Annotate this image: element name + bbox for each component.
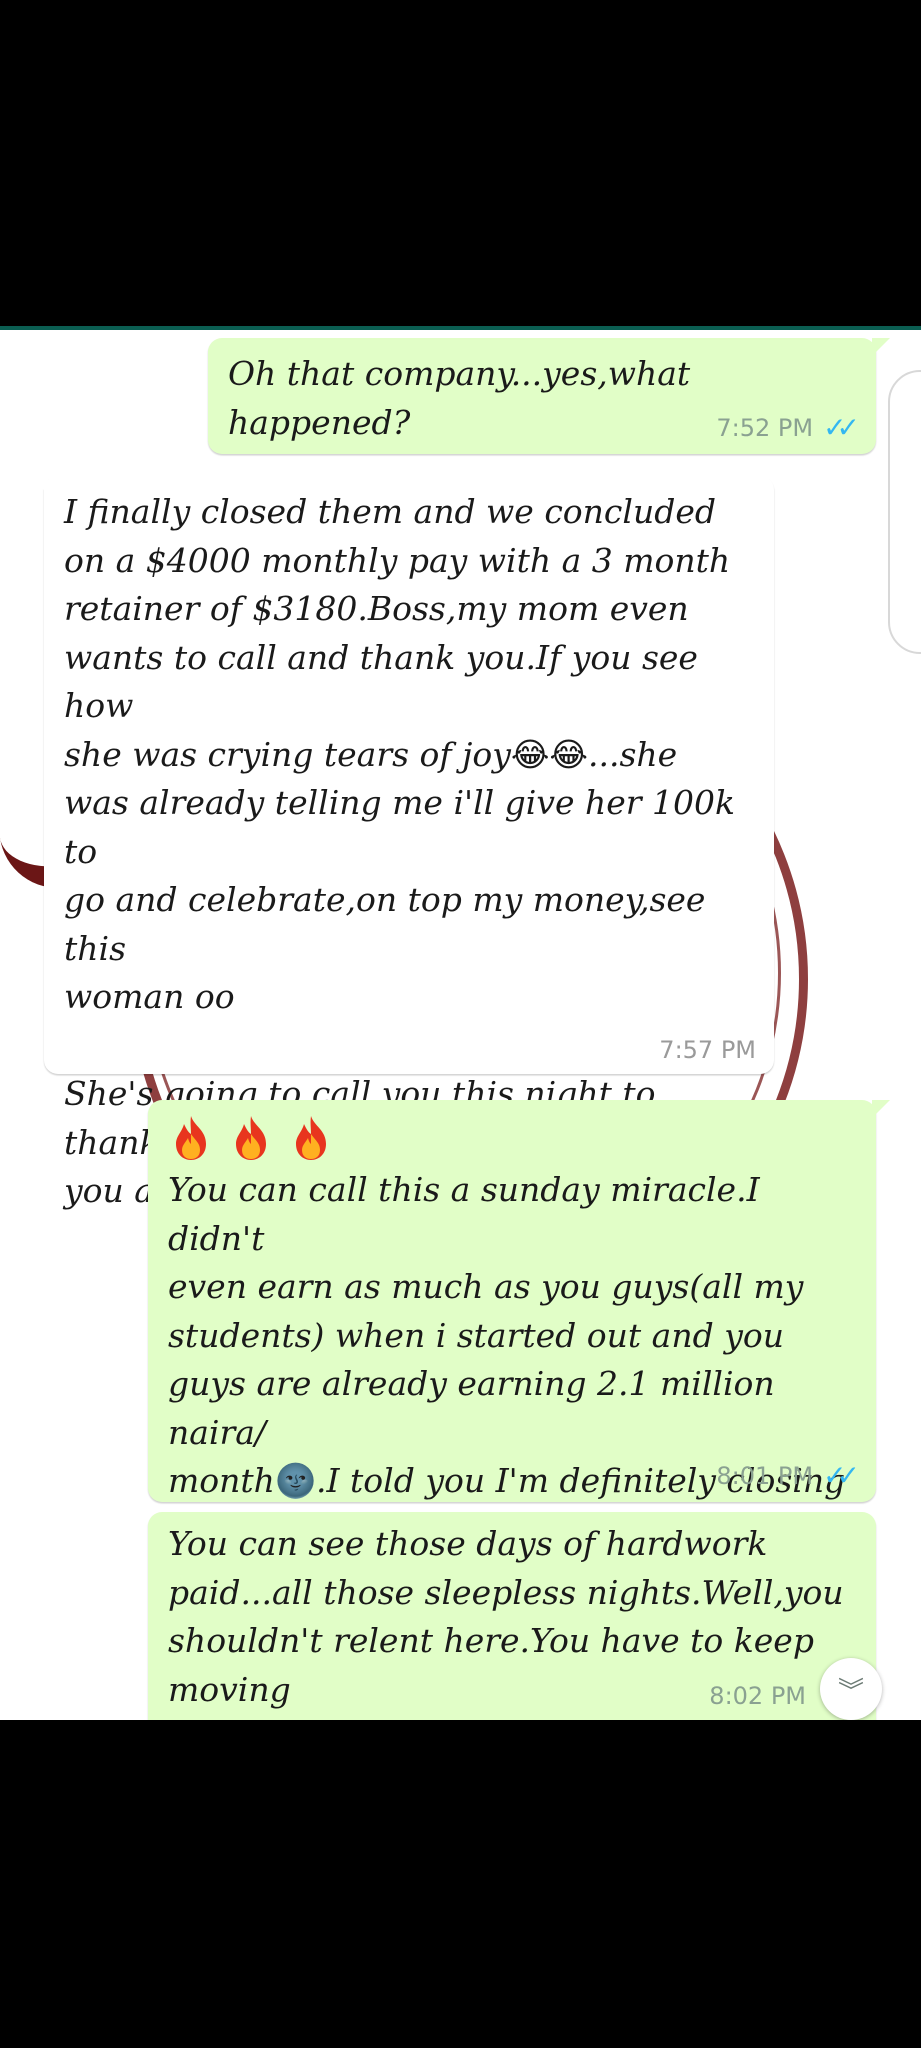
read-ticks-icon: ✓✓ [823, 1459, 860, 1492]
message-time: 7:52 PM [716, 413, 814, 442]
message-time: 8:01 PM [716, 1461, 814, 1490]
message-meta: 8:02 PM [709, 1682, 806, 1710]
scroll-to-bottom-button[interactable]: ︾ [820, 1658, 882, 1720]
top-black-area [0, 0, 921, 326]
message-bubble-outgoing[interactable]: You can see those days of hardwork paid.… [148, 1512, 876, 1734]
message-time: 7:57 PM [659, 1036, 756, 1064]
edge-panel-handle[interactable] [888, 370, 921, 654]
new-moon-face-emoji-icon: 🌚 [274, 1461, 317, 1500]
tears-of-joy-emoji-icon: 😂😂 [510, 734, 588, 774]
message-bubble-outgoing[interactable]: Oh that company...yes,what happened? 7:5… [208, 338, 890, 454]
message-bubble-outgoing[interactable]: You can call this a sunday miracle.I did… [148, 1100, 890, 1549]
message-meta: 7:52 PM ✓✓ [716, 411, 860, 444]
double-chevron-down-icon: ︾ [837, 1676, 864, 1707]
bubble-tail [872, 1100, 890, 1118]
message-text-part: I finally closed them and we concluded o… [64, 492, 731, 774]
fire-icon [296, 1116, 326, 1160]
message-meta: 7:57 PM [659, 1036, 756, 1064]
bubble-tail [30, 476, 48, 494]
message-time: 8:02 PM [709, 1682, 806, 1710]
fire-emoji-row [168, 1114, 858, 1162]
message-text-part: You can call this a sunday miracle.I did… [168, 1170, 804, 1500]
fire-icon [236, 1116, 266, 1160]
bottom-black-area [0, 1720, 921, 2048]
bubble-tail [872, 338, 890, 356]
message-bubble-incoming[interactable]: I finally closed them and we concluded o… [30, 476, 774, 1210]
message-meta: 8:01 PM ✓✓ [716, 1459, 860, 1492]
read-ticks-icon: ✓✓ [823, 411, 860, 444]
message-text: You can call this a sunday miracle.I did… [168, 1166, 858, 1554]
fire-icon [176, 1116, 206, 1160]
